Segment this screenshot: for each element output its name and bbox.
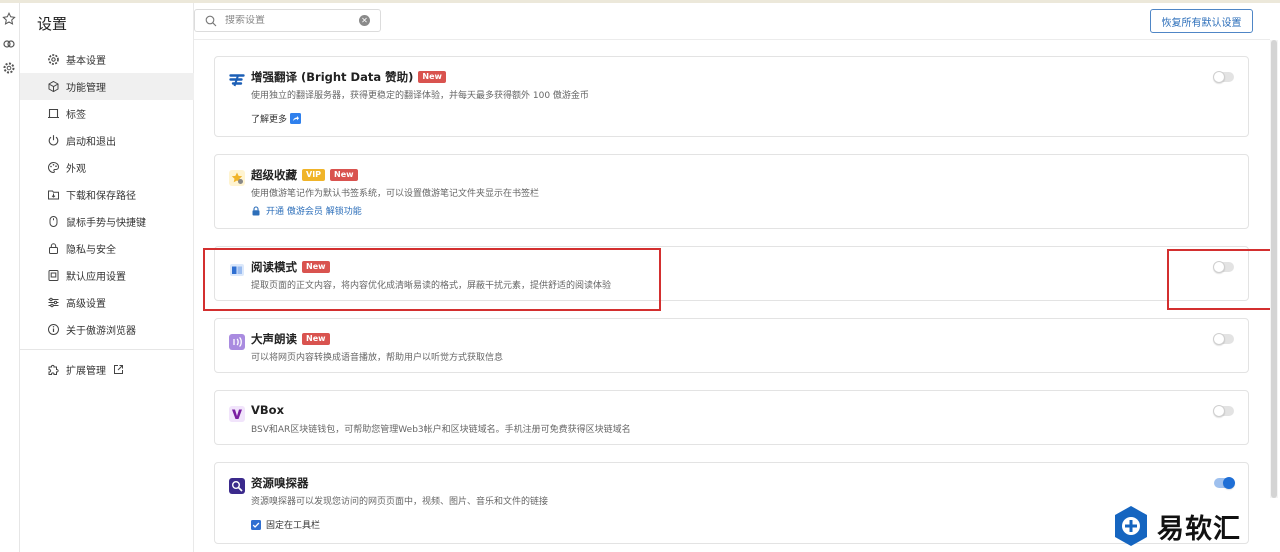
feature-card-resource-sniffer: 资源嗅探器 资源嗅探器可以发现您访问的网页页面中，视频、图片、音乐和文件的链接 … [214,462,1249,544]
new-badge: New [418,71,446,83]
tab-icon [48,108,59,119]
sidebar-item-mouse-gestures[interactable]: 鼠标手势与快捷键 [20,208,194,235]
sidebar-item-privacy[interactable]: 隐私与安全 [20,235,194,262]
sliders-icon [48,297,59,308]
header-divider [194,39,1270,40]
reset-defaults-button[interactable]: 恢复所有默认设置 [1150,9,1253,33]
settings-sidebar: 设置 基本设置 功能管理 标签 启动和退出 外观 下载和保存路径 鼠标手势与快捷… [20,3,194,552]
star-icon[interactable] [2,12,16,26]
toggle-knob [1223,477,1235,489]
toggle-read-aloud[interactable] [1213,333,1234,345]
sidebar-item-label: 下载和保存路径 [66,191,136,202]
share-arrow-icon [290,113,302,124]
translate-icon [229,74,245,87]
feature-description: 使用独立的翻译服务器，获得更稳定的翻译体验，并每天最多获得额外 100 傲游金币 [251,91,589,101]
sidebar-item-about[interactable]: 关于傲游浏览器 [20,316,194,343]
search-box[interactable]: ✕ [194,9,381,32]
extensions-icon[interactable] [2,37,16,51]
unlock-membership-link[interactable]: 开通 傲游会员 解锁功能 [251,204,362,217]
mouse-icon [49,216,58,227]
page-title: 设置 [37,15,68,33]
external-link-icon [114,365,123,374]
scrollbar[interactable] [1270,40,1278,498]
sidebar-item-label: 隐私与安全 [66,245,116,256]
checkbox-checked-icon[interactable] [251,519,261,530]
feature-description: 可以将网页内容转换成语音播放，帮助用户以听觉方式获取信息 [251,353,504,363]
feature-title: 资源嗅探器 [251,476,309,490]
browser-side-rail [0,3,20,552]
clear-search-icon[interactable]: ✕ [359,15,370,26]
sidebar-divider [20,349,194,350]
logo-icon [1115,506,1147,546]
sidebar-item-label: 外观 [66,164,86,175]
feature-title: 超级收藏 VIP New [251,167,358,183]
search-icon [205,15,217,26]
gear-icon [48,54,59,65]
puzzle-icon [48,364,59,375]
toggle-resource-sniffer[interactable] [1214,477,1235,489]
sidebar-item-features[interactable]: 功能管理 [20,73,194,100]
sidebar-item-label: 默认应用设置 [66,272,126,283]
toggle-translation[interactable] [1213,71,1234,83]
new-badge: New [330,169,358,181]
sidebar-item-label: 鼠标手势与快捷键 [66,218,146,229]
new-badge: New [302,333,330,345]
search-input[interactable] [225,15,355,26]
feature-card-super-favorites: 超级收藏 VIP New 使用傲游笔记作为默认书签系统，可以设置傲游笔记文件夹显… [214,154,1249,229]
sidebar-item-label: 扩展管理 [66,366,106,377]
toggle-knob [1213,333,1225,345]
settings-gear-icon[interactable] [2,61,16,75]
settings-nav: 基本设置 功能管理 标签 启动和退出 外观 下载和保存路径 鼠标手势与快捷键 隐… [20,46,194,383]
toggle-knob [1213,71,1225,83]
favorites-icon [229,170,245,186]
info-icon [48,324,59,335]
vip-badge: VIP [302,169,326,181]
sniffer-icon [229,478,245,494]
sidebar-item-label: 关于傲游浏览器 [66,326,136,337]
highlight-box-reader-mode [203,248,661,311]
lock-icon [49,243,58,254]
feature-description: 使用傲游笔记作为默认书签系统，可以设置傲游笔记文件夹显示在书签栏 [251,189,540,199]
sidebar-item-downloads[interactable]: 下载和保存路径 [20,181,194,208]
vbox-icon [229,406,245,422]
pin-toolbar-checkbox[interactable]: 固定在工具栏 [251,518,320,531]
feature-description: BSV和AR区块链钱包，可帮助您管理Web3帐户和区块链域名。手机注册可免费获得… [251,425,631,435]
sidebar-item-label: 标签 [66,110,86,121]
scrollbar-thumb[interactable] [1271,40,1277,498]
feature-description: 资源嗅探器可以发现您访问的网页页面中，视频、图片、音乐和文件的链接 [251,497,549,507]
highlight-box-toggle [1167,249,1273,310]
sidebar-item-default-apps[interactable]: 默认应用设置 [20,262,194,289]
feature-title: VBox [251,403,284,417]
sidebar-item-extensions[interactable]: 扩展管理 [20,356,194,383]
power-icon [48,135,59,146]
sidebar-item-advanced[interactable]: 高级设置 [20,289,194,316]
sidebar-item-label: 启动和退出 [66,137,116,148]
feature-title: 增强翻译 (Bright Data 赞助) New [251,69,446,85]
watermark-logo: 易软汇 [1113,505,1241,547]
download-folder-icon [48,190,59,200]
sidebar-item-basic[interactable]: 基本设置 [20,46,194,73]
palette-icon [48,161,60,174]
sidebar-item-label: 高级设置 [66,299,106,310]
learn-more-link[interactable]: 了解更多 [251,112,302,125]
sidebar-item-label: 功能管理 [66,83,106,94]
toggle-vbox[interactable] [1213,405,1234,417]
lock-icon [252,205,260,215]
sidebar-item-startup[interactable]: 启动和退出 [20,127,194,154]
toggle-knob [1213,405,1225,417]
watermark-text: 易软汇 [1157,513,1241,545]
sidebar-item-appearance[interactable]: 外观 [20,154,194,181]
feature-title: 大声朗读 New [251,331,330,347]
sidebar-item-tabs[interactable]: 标签 [20,100,194,127]
feature-card-vbox: VBox BSV和AR区块链钱包，可帮助您管理Web3帐户和区块链域名。手机注册… [214,390,1249,445]
cube-icon [48,80,59,93]
sidebar-item-label: 基本设置 [66,56,106,67]
feature-card-read-aloud: 大声朗读 New 可以将网页内容转换成语音播放，帮助用户以听觉方式获取信息 [214,318,1249,373]
default-app-icon [48,270,59,281]
feature-card-translation: 增强翻译 (Bright Data 赞助) New 使用独立的翻译服务器，获得更… [214,56,1249,137]
read-aloud-icon [229,334,245,350]
